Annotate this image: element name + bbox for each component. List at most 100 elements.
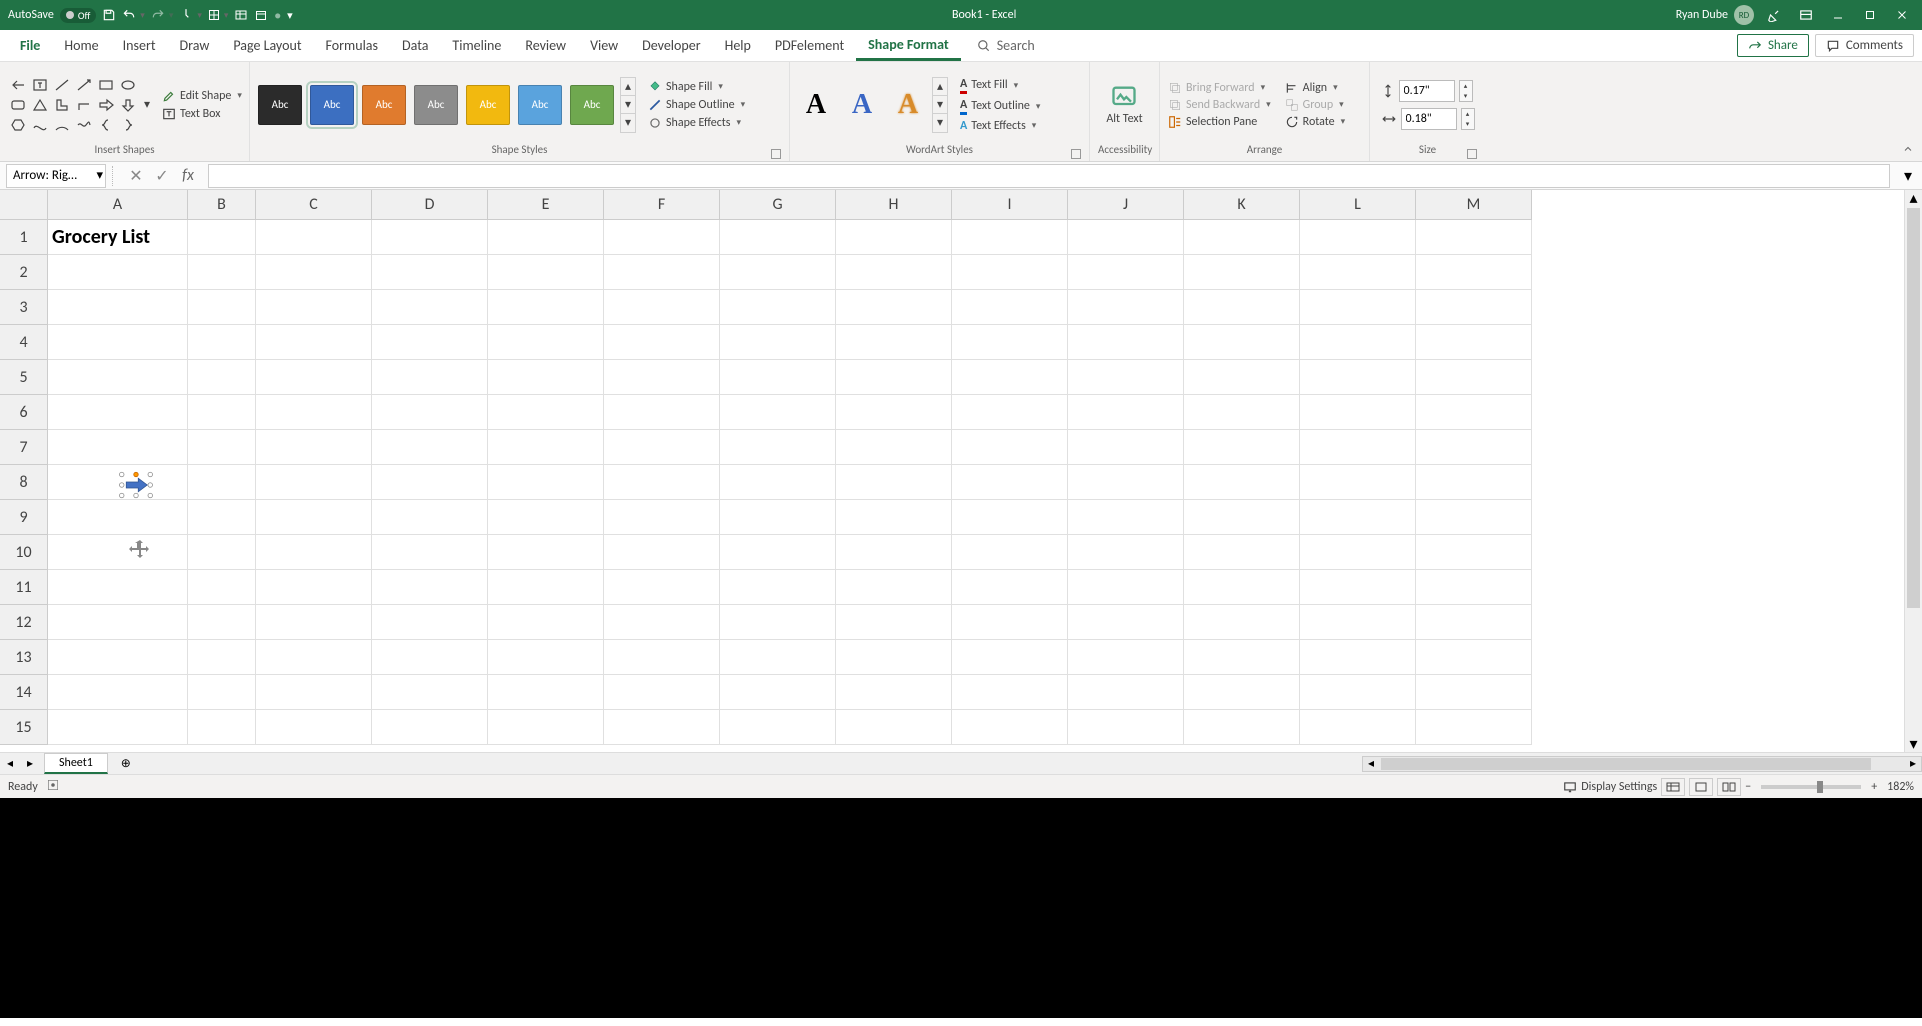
cell-D13[interactable] — [372, 640, 488, 675]
cell-B9[interactable] — [188, 500, 256, 535]
cell-I6[interactable] — [952, 395, 1068, 430]
cell-K14[interactable] — [1184, 675, 1300, 710]
cell-I11[interactable] — [952, 570, 1068, 605]
cell-J13[interactable] — [1068, 640, 1184, 675]
shape-arrow-line-icon[interactable] — [74, 76, 94, 94]
cell-G13[interactable] — [720, 640, 836, 675]
cell-E13[interactable] — [488, 640, 604, 675]
cells-area[interactable]: Grocery List — [48, 220, 1532, 745]
cell-I10[interactable] — [952, 535, 1068, 570]
cell-A9[interactable] — [48, 500, 188, 535]
cell-J3[interactable] — [1068, 290, 1184, 325]
cell-B10[interactable] — [188, 535, 256, 570]
cell-M3[interactable] — [1416, 290, 1532, 325]
width-spinner[interactable]: ▴▾ — [1461, 108, 1475, 130]
zoom-level[interactable]: 182% — [1887, 780, 1914, 794]
cell-A14[interactable] — [48, 675, 188, 710]
text-outline-button[interactable]: A Text Outline — [960, 98, 1040, 115]
cell-K2[interactable] — [1184, 255, 1300, 290]
cell-K5[interactable] — [1184, 360, 1300, 395]
row-header-13[interactable]: 13 — [0, 640, 48, 675]
redo-icon[interactable] — [151, 8, 174, 22]
cell-M15[interactable] — [1416, 710, 1532, 745]
rotate-button[interactable]: Rotate — [1285, 115, 1346, 129]
cell-G8[interactable] — [720, 465, 836, 500]
cell-E10[interactable] — [488, 535, 604, 570]
shape-style-swatch-5[interactable]: Abc — [518, 85, 562, 125]
cell-D3[interactable] — [372, 290, 488, 325]
cell-I8[interactable] — [952, 465, 1068, 500]
cell-D1[interactable] — [372, 220, 488, 255]
cell-G2[interactable] — [720, 255, 836, 290]
tab-review[interactable]: Review — [513, 30, 578, 61]
cell-A2[interactable] — [48, 255, 188, 290]
cell-H15[interactable] — [836, 710, 952, 745]
cell-B3[interactable] — [188, 290, 256, 325]
shape-brace-l-icon[interactable] — [96, 116, 116, 134]
cell-C13[interactable] — [256, 640, 372, 675]
minimize-icon[interactable] — [1826, 3, 1850, 27]
tab-pdfelement[interactable]: PDFelement — [763, 30, 856, 61]
cell-D10[interactable] — [372, 535, 488, 570]
wa-gallery-more-icon[interactable]: ▾ — [933, 114, 947, 132]
row-header-11[interactable]: 11 — [0, 570, 48, 605]
col-header-D[interactable]: D — [372, 190, 488, 220]
cell-H11[interactable] — [836, 570, 952, 605]
row-header-1[interactable]: 1 — [0, 220, 48, 255]
cell-J6[interactable] — [1068, 395, 1184, 430]
row-header-6[interactable]: 6 — [0, 395, 48, 430]
cell-E7[interactable] — [488, 430, 604, 465]
shape-freeform-icon[interactable] — [30, 116, 50, 134]
cell-E6[interactable] — [488, 395, 604, 430]
cell-L7[interactable] — [1300, 430, 1416, 465]
cell-C11[interactable] — [256, 570, 372, 605]
cell-F3[interactable] — [604, 290, 720, 325]
cell-K8[interactable] — [1184, 465, 1300, 500]
cell-G7[interactable] — [720, 430, 836, 465]
cell-F15[interactable] — [604, 710, 720, 745]
selected-shape-arrow[interactable] — [116, 470, 156, 500]
wa-gallery-down-icon[interactable]: ▾ — [933, 96, 947, 114]
col-header-H[interactable]: H — [836, 190, 952, 220]
cell-K1[interactable] — [1184, 220, 1300, 255]
hscroll-left-icon[interactable]: ◂ — [1363, 757, 1379, 771]
cell-K10[interactable] — [1184, 535, 1300, 570]
send-backward-button[interactable]: Send Backward — [1168, 98, 1271, 112]
row-header-3[interactable]: 3 — [0, 290, 48, 325]
cell-B12[interactable] — [188, 605, 256, 640]
cell-G10[interactable] — [720, 535, 836, 570]
cell-L5[interactable] — [1300, 360, 1416, 395]
shape-triangle-icon[interactable] — [30, 96, 50, 114]
cell-C6[interactable] — [256, 395, 372, 430]
cell-F7[interactable] — [604, 430, 720, 465]
cell-K12[interactable] — [1184, 605, 1300, 640]
tab-formulas[interactable]: Formulas — [314, 30, 390, 61]
cell-K11[interactable] — [1184, 570, 1300, 605]
cell-G12[interactable] — [720, 605, 836, 640]
cell-B14[interactable] — [188, 675, 256, 710]
cell-M7[interactable] — [1416, 430, 1532, 465]
cell-E11[interactable] — [488, 570, 604, 605]
cell-L2[interactable] — [1300, 255, 1416, 290]
size-dialog-icon[interactable] — [1467, 149, 1477, 159]
row-header-5[interactable]: 5 — [0, 360, 48, 395]
wordart-style-2[interactable]: A — [844, 87, 880, 123]
cell-G1[interactable] — [720, 220, 836, 255]
shape-elbow-icon[interactable] — [74, 96, 94, 114]
maximize-icon[interactable] — [1858, 3, 1882, 27]
shape-line-icon[interactable] — [52, 76, 72, 94]
shape-width-input[interactable] — [1401, 108, 1457, 130]
touch-mode-icon[interactable] — [179, 8, 202, 22]
tab-timeline[interactable]: Timeline — [440, 30, 513, 61]
insert-function-icon[interactable]: fx — [178, 166, 198, 186]
cell-A4[interactable] — [48, 325, 188, 360]
edit-shape-button[interactable]: Edit Shape — [162, 89, 242, 103]
page-layout-view-icon[interactable] — [1689, 778, 1713, 796]
cell-L6[interactable] — [1300, 395, 1416, 430]
cell-D4[interactable] — [372, 325, 488, 360]
cell-C15[interactable] — [256, 710, 372, 745]
shape-arc-icon[interactable] — [52, 116, 72, 134]
cell-M1[interactable] — [1416, 220, 1532, 255]
cell-E14[interactable] — [488, 675, 604, 710]
cell-F5[interactable] — [604, 360, 720, 395]
